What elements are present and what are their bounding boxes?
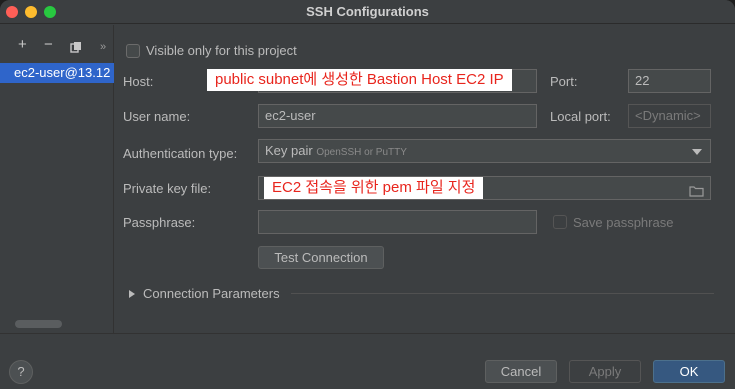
auth-type-select[interactable]: Key pair OpenSSH or PuTTY <box>258 139 711 163</box>
sidebar-horizontal-scrollbar[interactable] <box>15 320 62 328</box>
plus-icon[interactable]: + <box>18 37 27 52</box>
window-title: SSH Configurations <box>306 4 429 19</box>
ok-button[interactable]: OK <box>653 360 725 383</box>
local-port-input[interactable]: <Dynamic> <box>628 104 711 128</box>
copy-icon[interactable] <box>70 41 82 53</box>
save-passphrase-label: Save passphrase <box>573 215 674 230</box>
configurations-sidebar: + − » ec2-user@13.12 <box>0 25 114 333</box>
private-key-annotation: EC2 접속을 위한 pem 파일 지정 <box>264 177 484 199</box>
auth-type-hint: OpenSSH or PuTTY <box>316 147 407 158</box>
auth-type-value: Key pair <box>265 143 313 158</box>
host-label: Host: <box>123 74 154 89</box>
help-button[interactable]: ? <box>9 360 33 384</box>
title-bar: SSH Configurations <box>0 0 735 24</box>
connection-parameters-divider <box>291 293 714 294</box>
expand-chevron-icon[interactable] <box>129 290 135 298</box>
visible-only-checkbox[interactable] <box>126 44 140 58</box>
apply-button[interactable]: Apply <box>569 360 641 383</box>
private-key-label: Private key file: <box>123 181 212 196</box>
sidebar-item-ec2-user[interactable]: ec2-user@13.12 <box>0 63 114 83</box>
save-passphrase-checkbox[interactable] <box>553 215 567 229</box>
username-label: User name: <box>123 109 191 124</box>
test-connection-button[interactable]: Test Connection <box>258 246 384 269</box>
port-label: Port: <box>550 74 578 89</box>
dialog-footer: ? Cancel Apply OK <box>0 333 735 389</box>
double-chevron-right-icon[interactable]: » <box>100 40 106 54</box>
auth-type-label: Authentication type: <box>123 146 238 161</box>
connection-parameters-toggle[interactable]: Connection Parameters <box>143 286 280 301</box>
local-port-label: Local port: <box>550 109 611 124</box>
folder-icon[interactable] <box>689 182 704 197</box>
visible-only-label: Visible only for this project <box>146 43 297 58</box>
host-annotation: public subnet에 생성한 Bastion Host EC2 IP <box>207 69 512 91</box>
username-input[interactable]: ec2-user <box>258 104 537 128</box>
chevron-down-icon <box>692 149 702 155</box>
ssh-configurations-dialog: SSH Configurations + − » ec2-user@13.12 … <box>0 0 735 389</box>
cancel-button[interactable]: Cancel <box>485 360 557 383</box>
passphrase-input[interactable] <box>258 210 537 234</box>
configuration-form: Visible only for this project Host: publ… <box>115 25 735 333</box>
port-input[interactable]: 22 <box>628 69 711 93</box>
minus-icon[interactable]: − <box>44 37 53 52</box>
passphrase-label: Passphrase: <box>123 215 196 230</box>
